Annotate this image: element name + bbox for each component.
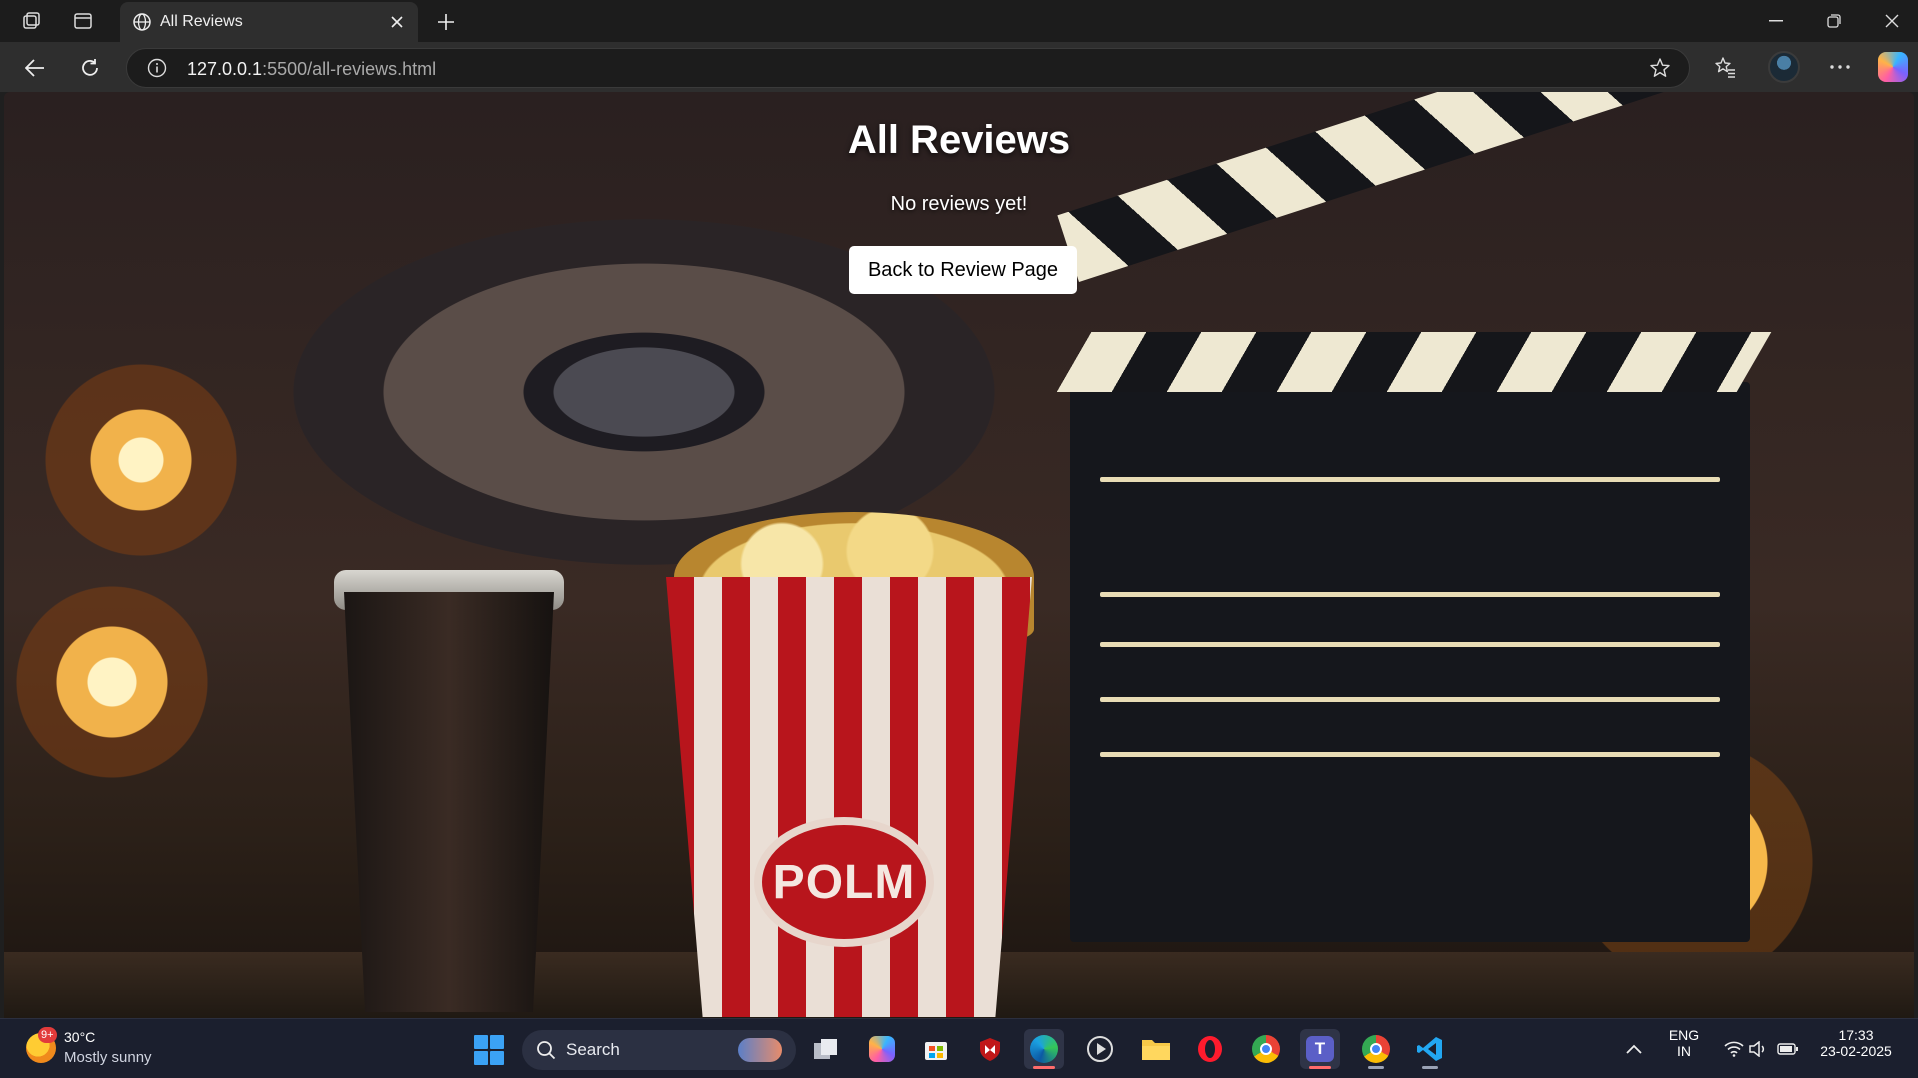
url-text[interactable]: 127.0.0.1:5500/all-reviews.html xyxy=(187,59,436,80)
mcafee-icon[interactable] xyxy=(970,1029,1010,1069)
tab-title: All Reviews xyxy=(160,13,243,30)
weather-condition[interactable]: Mostly sunny xyxy=(64,1049,152,1066)
opera-icon[interactable] xyxy=(1190,1029,1230,1069)
restore-window-icon[interactable] xyxy=(1814,8,1854,34)
back-arrow-icon[interactable] xyxy=(20,53,50,83)
refresh-icon[interactable] xyxy=(75,53,105,83)
page-viewport: POLM All Reviews No reviews yet! Back to… xyxy=(4,92,1914,1018)
popcorn-bucket-logo: POLM xyxy=(754,817,934,947)
popcorn-bucket xyxy=(666,577,1032,1017)
drink-cup xyxy=(344,592,554,1012)
clapperboard-illustration xyxy=(1070,382,1750,942)
clock-time: 17:33 xyxy=(1838,1027,1874,1043)
chrome-icon[interactable] xyxy=(1246,1029,1286,1069)
edge-browser-icon[interactable] xyxy=(1024,1029,1064,1069)
chrome-profile-icon[interactable] xyxy=(1356,1029,1396,1069)
globe-icon xyxy=(132,12,152,37)
url-host: 127.0.0.1 xyxy=(187,59,263,79)
clapper-stripes xyxy=(1056,332,1772,392)
file-explorer-icon[interactable] xyxy=(1136,1029,1176,1069)
copilot-app-icon[interactable] xyxy=(862,1029,902,1069)
empty-reviews-message: No reviews yet! xyxy=(890,193,1028,215)
active-app-indicator xyxy=(1309,1066,1331,1069)
vertical-tabs-icon[interactable] xyxy=(70,8,96,34)
media-player-icon[interactable] xyxy=(1080,1029,1120,1069)
more-options-icon[interactable] xyxy=(1825,52,1855,82)
windows-taskbar: 9+ 30°C Mostly sunny Search T ENG IN 17:… xyxy=(0,1018,1918,1078)
battery-icon[interactable] xyxy=(1768,1029,1808,1069)
slate-line xyxy=(1100,642,1720,647)
slate-line xyxy=(1100,592,1720,597)
tab-all-reviews[interactable]: All Reviews xyxy=(120,2,418,42)
weather-notification-badge: 9+ xyxy=(38,1027,57,1043)
running-app-indicator xyxy=(1422,1066,1438,1069)
profile-avatar[interactable] xyxy=(1768,51,1800,83)
workspaces-icon[interactable] xyxy=(18,8,44,34)
browser-toolbar: 127.0.0.1:5500/all-reviews.html xyxy=(0,42,1918,92)
task-view-icon[interactable] xyxy=(806,1029,846,1069)
microsoft-store-icon[interactable] xyxy=(916,1029,956,1069)
taskbar-search-box[interactable]: Search xyxy=(522,1030,796,1070)
show-hidden-icons-chevron-icon[interactable] xyxy=(1614,1029,1654,1069)
slate-line xyxy=(1100,697,1720,702)
language-code: ENG xyxy=(1668,1027,1700,1043)
browser-tab-bar: All Reviews xyxy=(0,0,1918,42)
back-to-review-page-button[interactable]: Back to Review Page xyxy=(849,246,1077,294)
favorite-star-icon[interactable] xyxy=(1649,57,1671,84)
running-app-indicator xyxy=(1368,1066,1384,1069)
vscode-icon[interactable] xyxy=(1410,1029,1450,1069)
site-info-icon[interactable] xyxy=(147,58,167,83)
copilot-icon[interactable] xyxy=(1878,52,1908,82)
close-window-icon[interactable] xyxy=(1872,8,1912,34)
slate-line xyxy=(1100,752,1720,757)
active-app-indicator xyxy=(1033,1066,1055,1069)
favorites-icon[interactable] xyxy=(1710,52,1740,82)
search-label: Search xyxy=(566,1040,620,1059)
page-title: All Reviews xyxy=(847,118,1071,162)
windows-start-icon[interactable] xyxy=(474,1035,504,1065)
address-bar[interactable]: 127.0.0.1:5500/all-reviews.html xyxy=(126,48,1690,88)
language-indicator[interactable]: ENG IN xyxy=(1664,1027,1704,1059)
weather-temperature[interactable]: 30°C xyxy=(64,1029,95,1045)
clock-date: 23-02-2025 xyxy=(1820,1043,1892,1059)
new-tab-button[interactable] xyxy=(432,8,460,36)
search-icon xyxy=(536,1040,556,1065)
teams-icon[interactable]: T xyxy=(1300,1029,1340,1069)
minimize-window-icon[interactable] xyxy=(1756,8,1796,34)
slate-line xyxy=(1100,477,1720,482)
language-region: IN xyxy=(1677,1043,1691,1059)
search-highlight-image xyxy=(738,1038,782,1062)
clock[interactable]: 17:33 23-02-2025 xyxy=(1806,1027,1906,1059)
url-path: :5500/all-reviews.html xyxy=(262,59,437,79)
close-tab-icon[interactable] xyxy=(386,11,408,33)
